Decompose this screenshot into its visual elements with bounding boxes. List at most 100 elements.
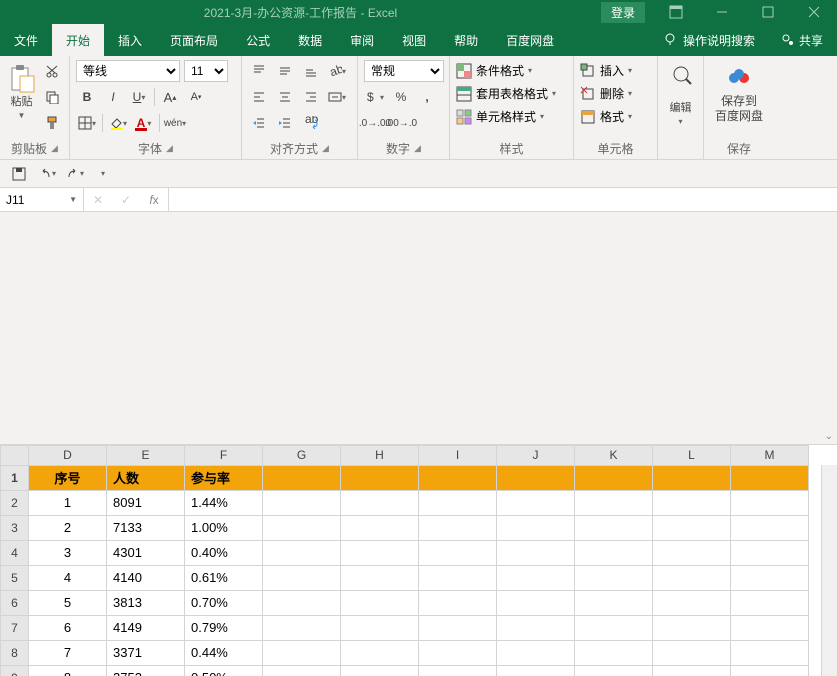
tab-视图[interactable]: 视图 xyxy=(388,24,440,56)
maximize-icon[interactable] xyxy=(745,0,791,24)
tab-审阅[interactable]: 审阅 xyxy=(336,24,388,56)
cell[interactable] xyxy=(731,640,809,665)
cell[interactable] xyxy=(497,590,575,615)
cell[interactable] xyxy=(575,590,653,615)
column-header[interactable]: D xyxy=(29,445,107,465)
row-header[interactable]: 4 xyxy=(1,540,29,565)
increase-indent-button[interactable] xyxy=(274,112,296,134)
tell-me-search[interactable]: 操作说明搜索 xyxy=(651,24,767,56)
cell[interactable] xyxy=(497,615,575,640)
cell[interactable] xyxy=(263,565,341,590)
cell[interactable] xyxy=(263,465,341,490)
cell[interactable] xyxy=(497,565,575,590)
cell[interactable] xyxy=(575,515,653,540)
tab-数据[interactable]: 数据 xyxy=(284,24,336,56)
spreadsheet-grid[interactable]: DEFGHIJKLM 1序号人数参与率2180911.44%3271331.00… xyxy=(0,445,837,676)
dialog-launcher-icon[interactable]: ◢ xyxy=(414,143,421,154)
cell[interactable]: 序号 xyxy=(29,465,107,490)
cell[interactable] xyxy=(419,640,497,665)
cell[interactable]: 4301 xyxy=(107,540,185,565)
borders-button[interactable]: ▾ xyxy=(76,112,98,134)
cell[interactable] xyxy=(263,640,341,665)
align-right-button[interactable] xyxy=(300,86,322,108)
increase-decimal-button[interactable]: .0→.00 xyxy=(364,112,386,134)
share-button[interactable]: 共享 xyxy=(767,24,837,56)
cell[interactable]: 3752 xyxy=(107,665,185,676)
cell[interactable] xyxy=(497,465,575,490)
qat-customize-button[interactable]: ▾ xyxy=(92,163,114,185)
cell[interactable] xyxy=(341,615,419,640)
cell[interactable] xyxy=(263,665,341,676)
cell[interactable]: 4149 xyxy=(107,615,185,640)
cell[interactable] xyxy=(419,615,497,640)
cell[interactable]: 参与率 xyxy=(185,465,263,490)
cell[interactable] xyxy=(341,515,419,540)
tab-公式[interactable]: 公式 xyxy=(232,24,284,56)
dialog-launcher-icon[interactable]: ◢ xyxy=(166,143,173,154)
cell[interactable] xyxy=(341,540,419,565)
row-header[interactable]: 2 xyxy=(1,490,29,515)
cell[interactable]: 0.50% xyxy=(185,665,263,676)
vertical-scrollbar[interactable] xyxy=(821,465,837,676)
font-size-select[interactable]: 11 xyxy=(184,60,228,82)
align-top-button[interactable] xyxy=(248,60,270,82)
cell[interactable] xyxy=(419,465,497,490)
number-format-select[interactable]: 常规 xyxy=(364,60,444,82)
wrap-text-button[interactable]: ab xyxy=(300,112,322,134)
cell[interactable] xyxy=(419,540,497,565)
cell[interactable]: 4140 xyxy=(107,565,185,590)
align-left-button[interactable] xyxy=(248,86,270,108)
cell[interactable]: 3 xyxy=(29,540,107,565)
cell[interactable] xyxy=(575,565,653,590)
row-header[interactable]: 3 xyxy=(1,515,29,540)
name-box[interactable]: ▼ xyxy=(0,188,84,211)
cell[interactable] xyxy=(575,640,653,665)
column-header[interactable]: F xyxy=(185,445,263,465)
cell-styles-button[interactable]: 单元格样式▾ xyxy=(456,108,556,125)
underline-button[interactable]: U▾ xyxy=(128,86,150,108)
cell[interactable]: 6 xyxy=(29,615,107,640)
copy-button[interactable] xyxy=(41,86,63,108)
cell[interactable] xyxy=(497,515,575,540)
tab-百度网盘[interactable]: 百度网盘 xyxy=(492,24,568,56)
cell[interactable] xyxy=(497,640,575,665)
cell[interactable]: 0.61% xyxy=(185,565,263,590)
cell[interactable]: 1 xyxy=(29,490,107,515)
cell[interactable] xyxy=(731,540,809,565)
decrease-decimal-button[interactable]: .00→.0 xyxy=(390,112,412,134)
align-middle-button[interactable] xyxy=(274,60,296,82)
minimize-icon[interactable] xyxy=(699,0,745,24)
italic-button[interactable]: I xyxy=(102,86,124,108)
cell[interactable]: 2 xyxy=(29,515,107,540)
select-all-corner[interactable] xyxy=(1,445,29,465)
cell[interactable] xyxy=(263,590,341,615)
cell[interactable] xyxy=(731,490,809,515)
cell[interactable]: 人数 xyxy=(107,465,185,490)
cell[interactable] xyxy=(731,665,809,676)
column-header[interactable]: H xyxy=(341,445,419,465)
cell[interactable] xyxy=(497,490,575,515)
conditional-format-button[interactable]: 条件格式▾ xyxy=(456,62,556,79)
tab-文件[interactable]: 文件 xyxy=(0,24,52,56)
close-icon[interactable] xyxy=(791,0,837,24)
cell[interactable] xyxy=(731,465,809,490)
cell[interactable] xyxy=(653,615,731,640)
cell[interactable] xyxy=(419,590,497,615)
cell[interactable] xyxy=(575,615,653,640)
cell[interactable] xyxy=(575,465,653,490)
column-header[interactable]: J xyxy=(497,445,575,465)
fill-color-button[interactable]: ▾ xyxy=(107,112,129,134)
cell[interactable]: 3371 xyxy=(107,640,185,665)
cell[interactable] xyxy=(653,590,731,615)
cell[interactable]: 8 xyxy=(29,665,107,676)
cell[interactable] xyxy=(653,540,731,565)
row-header[interactable]: 5 xyxy=(1,565,29,590)
comma-button[interactable]: , xyxy=(416,86,438,108)
cell[interactable] xyxy=(653,490,731,515)
cell[interactable] xyxy=(419,665,497,676)
enter-icon[interactable]: ✓ xyxy=(112,193,140,207)
table-format-button[interactable]: 套用表格格式▾ xyxy=(456,85,556,102)
cell[interactable] xyxy=(653,515,731,540)
cell[interactable] xyxy=(341,640,419,665)
cell[interactable]: 1.00% xyxy=(185,515,263,540)
